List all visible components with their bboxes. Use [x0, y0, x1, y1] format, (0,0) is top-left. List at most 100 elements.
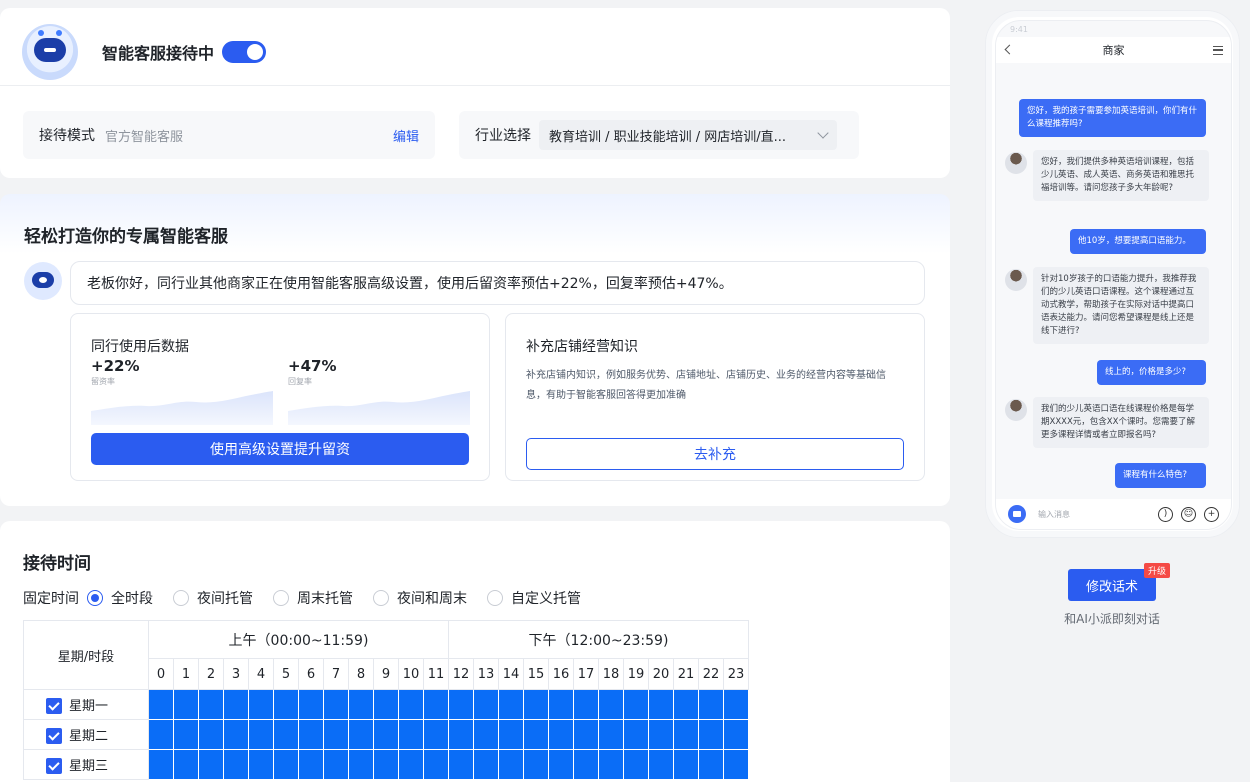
- radio-night-and-weekend[interactable]: 夜间和周末: [373, 588, 467, 608]
- time-slot-cell[interactable]: [723, 719, 749, 750]
- time-slot-cell[interactable]: [498, 749, 524, 780]
- time-slot-cell[interactable]: [248, 689, 274, 720]
- time-slot-cell[interactable]: [573, 749, 599, 780]
- time-slot-cell[interactable]: [273, 749, 299, 780]
- chat-input[interactable]: 输入消息: [1038, 509, 1070, 520]
- day-cell[interactable]: 星期三: [23, 749, 149, 780]
- time-slot-cell[interactable]: [173, 719, 199, 750]
- day-checkbox[interactable]: [46, 728, 62, 745]
- stat-value: +47%: [288, 357, 337, 375]
- edit-mode-link[interactable]: 编辑: [393, 126, 419, 145]
- time-slot-cell[interactable]: [673, 719, 699, 750]
- time-slot-cell[interactable]: [523, 749, 549, 780]
- time-slot-cell[interactable]: [148, 719, 174, 750]
- time-slot-cell[interactable]: [348, 719, 374, 750]
- time-slot-cell[interactable]: [148, 749, 174, 780]
- bot-status-toggle[interactable]: [222, 41, 267, 63]
- day-checkbox[interactable]: [46, 698, 62, 715]
- time-slot-cell[interactable]: [498, 689, 524, 720]
- time-slot-cell[interactable]: [348, 689, 374, 720]
- time-slot-cell[interactable]: [448, 719, 474, 750]
- reception-time-card: 接待时间 固定时间 全时段 夜间托管 周末托管 夜间和周末 自定义托管 星期/时…: [0, 521, 950, 782]
- time-slot-cell[interactable]: [273, 719, 299, 750]
- time-slot-cell[interactable]: [173, 749, 199, 780]
- time-slot-cell[interactable]: [723, 689, 749, 720]
- time-slot-cell[interactable]: [298, 719, 324, 750]
- time-slot-cell[interactable]: [723, 749, 749, 780]
- time-slot-cell[interactable]: [398, 719, 424, 750]
- time-slot-cell[interactable]: [223, 749, 249, 780]
- back-icon[interactable]: [1004, 44, 1015, 55]
- time-slot-cell[interactable]: [323, 689, 349, 720]
- time-slot-cell[interactable]: [548, 719, 574, 750]
- time-slot-cell[interactable]: [173, 689, 199, 720]
- time-slot-cell[interactable]: [698, 749, 724, 780]
- time-slot-cell[interactable]: [573, 719, 599, 750]
- time-slot-cell[interactable]: [473, 719, 499, 750]
- day-label: 星期二: [69, 728, 109, 744]
- menu-icon[interactable]: [1213, 46, 1223, 55]
- time-slot-cell[interactable]: [248, 749, 274, 780]
- time-slot-cell[interactable]: [548, 749, 574, 780]
- time-slot-cell[interactable]: [448, 749, 474, 780]
- reception-mode-value: 官方智能客服: [105, 129, 184, 145]
- voice-icon[interactable]: ): [1158, 506, 1173, 522]
- day-cell[interactable]: 星期二: [23, 719, 149, 750]
- time-slot-cell[interactable]: [423, 719, 449, 750]
- time-slot-cell[interactable]: [198, 749, 224, 780]
- time-slot-cell[interactable]: [423, 749, 449, 780]
- time-slot-cell[interactable]: [423, 689, 449, 720]
- radio-custom[interactable]: 自定义托管: [487, 588, 581, 608]
- time-slot-cell[interactable]: [248, 719, 274, 750]
- time-slot-cell[interactable]: [473, 689, 499, 720]
- time-slot-cell[interactable]: [473, 749, 499, 780]
- time-slot-cell[interactable]: [298, 749, 324, 780]
- time-slot-cell[interactable]: [523, 689, 549, 720]
- time-slot-cell[interactable]: [698, 689, 724, 720]
- use-advanced-settings-button[interactable]: 使用高级设置提升留资: [91, 433, 469, 465]
- time-slot-cell[interactable]: [598, 749, 624, 780]
- time-slot-cell[interactable]: [648, 749, 674, 780]
- day-checkbox[interactable]: [46, 758, 62, 775]
- time-slot-cell[interactable]: [573, 689, 599, 720]
- day-cell[interactable]: 星期一: [23, 689, 149, 720]
- time-slot-cell[interactable]: [223, 719, 249, 750]
- time-slot-cell[interactable]: [323, 749, 349, 780]
- time-slot-cell[interactable]: [398, 749, 424, 780]
- time-slot-cell[interactable]: [148, 689, 174, 720]
- plus-icon[interactable]: +: [1204, 506, 1219, 522]
- industry-select[interactable]: 教育培训 / 职业技能培训 / 网店培训/直...: [539, 120, 837, 150]
- time-slot-cell[interactable]: [198, 719, 224, 750]
- time-slot-cell[interactable]: [548, 689, 574, 720]
- radio-night[interactable]: 夜间托管: [173, 588, 253, 608]
- emoji-icon[interactable]: ☺: [1181, 506, 1196, 522]
- time-slot-cell[interactable]: [498, 719, 524, 750]
- time-slot-cell[interactable]: [523, 719, 549, 750]
- modify-script-button[interactable]: 修改话术: [1068, 569, 1156, 601]
- go-supplement-button[interactable]: 去补充: [526, 438, 904, 470]
- time-slot-cell[interactable]: [673, 689, 699, 720]
- time-slot-cell[interactable]: [673, 749, 699, 780]
- time-slot-cell[interactable]: [698, 719, 724, 750]
- time-slot-cell[interactable]: [623, 689, 649, 720]
- time-slot-cell[interactable]: [373, 749, 399, 780]
- time-slot-cell[interactable]: [373, 689, 399, 720]
- time-slot-cell[interactable]: [598, 689, 624, 720]
- time-slot-cell[interactable]: [373, 719, 399, 750]
- time-slot-cell[interactable]: [648, 689, 674, 720]
- time-slot-cell[interactable]: [298, 689, 324, 720]
- radio-weekend[interactable]: 周末托管: [273, 588, 353, 608]
- camera-icon[interactable]: [1008, 505, 1026, 523]
- time-slot-cell[interactable]: [398, 689, 424, 720]
- time-slot-cell[interactable]: [598, 719, 624, 750]
- time-slot-cell[interactable]: [623, 749, 649, 780]
- time-slot-cell[interactable]: [448, 689, 474, 720]
- time-slot-cell[interactable]: [198, 689, 224, 720]
- time-slot-cell[interactable]: [223, 689, 249, 720]
- time-slot-cell[interactable]: [348, 749, 374, 780]
- time-slot-cell[interactable]: [648, 719, 674, 750]
- time-slot-cell[interactable]: [323, 719, 349, 750]
- time-slot-cell[interactable]: [273, 689, 299, 720]
- radio-all-day[interactable]: 全时段: [87, 588, 153, 608]
- time-slot-cell[interactable]: [623, 719, 649, 750]
